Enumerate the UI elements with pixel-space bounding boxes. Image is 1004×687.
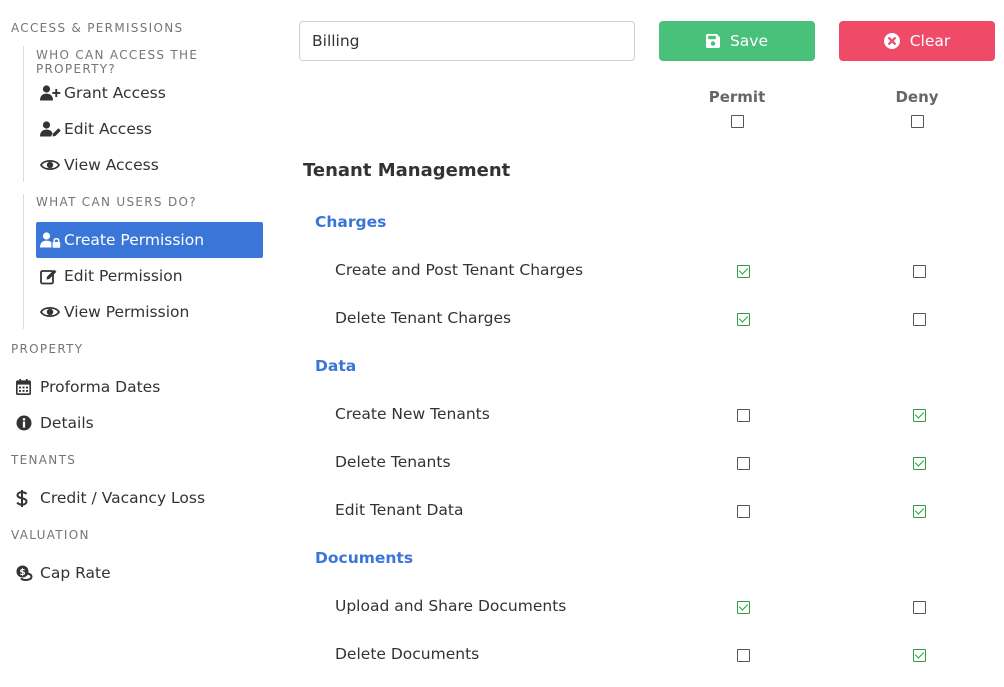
sidebar-item-label: View Access [64,156,159,174]
sidebar: ACCESS & PERMISSIONS WHO CAN ACCESS THE … [0,0,270,687]
group-title-data: Data [315,357,357,375]
calendar-icon [16,378,38,396]
svg-text:$: $ [19,568,25,578]
section-label-access: ACCESS & PERMISSIONS [11,21,184,35]
deny-checkbox[interactable] [913,313,926,326]
subsection-label-who: WHO CAN ACCESS THE PROPERTY? [36,48,199,76]
floppy-disk-icon [705,34,720,48]
sidebar-item-label: Edit Access [64,120,153,138]
permission-label: Upload and Share Documents [335,597,567,615]
nav-group-divider [23,46,24,182]
group-title-charges: Charges [315,213,387,231]
user-plus-icon [40,84,62,102]
sidebar-item-edit-permission[interactable]: Edit Permission [36,258,263,294]
sidebar-item-label: Details [40,414,94,432]
user-lock-icon [40,231,62,249]
permit-checkbox[interactable] [737,313,750,326]
sidebar-item-view-permission[interactable]: View Permission [36,294,263,330]
sidebar-item-credit-vacancy-loss[interactable]: Credit / Vacancy Loss [11,480,263,516]
sidebar-item-label: Edit Permission [64,267,183,285]
eye-icon [40,156,62,174]
permit-checkbox[interactable] [737,601,750,614]
clear-button-label: Clear [909,32,951,50]
section-label-valuation: VALUATION [11,528,90,542]
deny-checkbox[interactable] [913,457,926,470]
deny-column-header: Deny [895,88,939,106]
sidebar-item-cap-rate[interactable]: $ Cap Rate [11,555,263,591]
sidebar-item-proforma-dates[interactable]: Proforma Dates [11,369,263,405]
save-button-label: Save [729,32,769,50]
sidebar-item-label: Credit / Vacancy Loss [40,489,206,507]
deny-checkbox[interactable] [913,601,926,614]
permission-label: Delete Tenants [335,453,451,471]
section-label-tenants: TENANTS [11,453,77,467]
permission-label: Edit Tenant Data [335,501,464,519]
deny-checkbox[interactable] [913,649,926,662]
permission-label: Create and Post Tenant Charges [335,261,584,279]
info-circle-icon [16,414,38,432]
nav-group-divider [23,194,24,329]
sidebar-item-details[interactable]: Details [11,405,263,441]
user-edit-icon [40,120,62,138]
sidebar-item-label: Cap Rate [40,564,111,582]
permit-checkbox[interactable] [737,265,750,278]
sidebar-item-create-permission[interactable]: Create Permission [36,222,263,258]
deny-checkbox[interactable] [913,505,926,518]
permit-checkbox[interactable] [737,409,750,422]
permission-label: Delete Tenant Charges [335,309,512,327]
deny-all-checkbox[interactable] [911,115,924,128]
permit-column-header: Permit [708,88,766,106]
times-circle-icon [883,33,900,49]
sidebar-item-edit-access[interactable]: Edit Access [36,111,263,147]
section-title: Tenant Management [303,160,511,181]
sidebar-item-label: View Permission [64,303,190,321]
sidebar-item-label: Proforma Dates [40,378,161,396]
group-title-documents: Documents [315,549,414,567]
sidebar-item-label: Create Permission [64,231,205,249]
save-button[interactable]: Save [659,21,815,61]
section-label-property: PROPERTY [11,342,84,356]
permit-checkbox[interactable] [737,457,750,470]
sidebar-item-grant-access[interactable]: Grant Access [36,75,263,111]
sidebar-item-label: Grant Access [64,84,166,102]
subsection-label-what: WHAT CAN USERS DO? [36,195,197,209]
coins-icon: $ [16,564,38,582]
deny-checkbox[interactable] [913,409,926,422]
permit-all-checkbox[interactable] [731,115,744,128]
permission-name-input[interactable] [299,21,635,61]
eye-icon [40,303,62,321]
deny-checkbox[interactable] [913,265,926,278]
permit-checkbox[interactable] [737,505,750,518]
edit-icon [40,267,62,285]
permission-label: Create New Tenants [335,405,490,423]
sidebar-item-view-access[interactable]: View Access [36,147,263,183]
dollar-icon [16,489,38,507]
permission-label: Delete Documents [335,645,480,663]
clear-button[interactable]: Clear [839,21,995,61]
permit-checkbox[interactable] [737,649,750,662]
